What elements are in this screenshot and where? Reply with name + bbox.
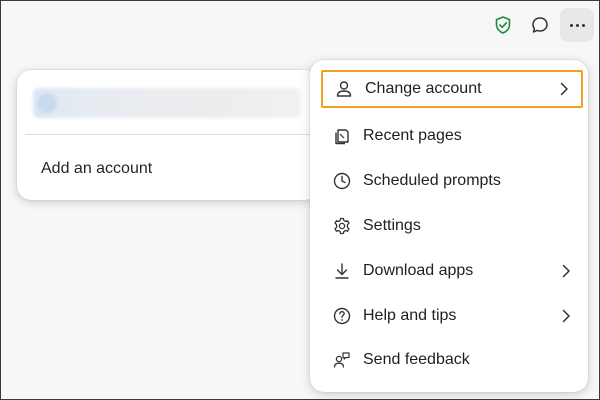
menu-item-label: Send feedback <box>363 351 470 368</box>
menu-item-download-apps[interactable]: Download apps <box>321 252 583 290</box>
account-entry-redacted[interactable] <box>33 88 301 118</box>
menu-item-send-feedback[interactable]: Send feedback <box>321 341 583 379</box>
divider <box>25 134 311 135</box>
chevron-right-icon <box>557 82 571 96</box>
menu-item-scheduled-prompts[interactable]: Scheduled prompts <box>321 162 583 200</box>
chevron-right-icon <box>559 309 573 323</box>
menu-item-recent-pages[interactable]: Recent pages <box>321 117 583 155</box>
pages-stack-icon <box>331 125 353 147</box>
menu-item-help-and-tips[interactable]: Help and tips <box>321 297 583 335</box>
menu-item-label: Download apps <box>363 262 474 279</box>
chat-bubble-icon[interactable] <box>523 8 557 42</box>
chevron-right-icon <box>559 264 573 278</box>
avatar <box>37 93 57 113</box>
menu-item-label: Change account <box>365 80 482 97</box>
feedback-icon <box>331 349 353 371</box>
more-horizontal-icon[interactable] <box>560 8 594 42</box>
more-menu: Change account Recent pages Scheduled pr… <box>310 60 588 392</box>
menu-item-change-account[interactable]: Change account <box>321 70 583 108</box>
gear-icon <box>331 215 353 237</box>
menu-item-settings[interactable]: Settings <box>321 207 583 245</box>
person-icon <box>333 78 355 100</box>
menu-item-label: Recent pages <box>363 127 462 144</box>
shield-check-icon[interactable] <box>486 8 520 42</box>
account-flyout: Add an account <box>17 70 319 200</box>
menu-item-label: Help and tips <box>363 307 457 324</box>
download-icon <box>331 260 353 282</box>
help-icon <box>331 305 353 327</box>
clock-icon <box>331 170 353 192</box>
add-account-button[interactable]: Add an account <box>41 160 152 178</box>
menu-item-label: Settings <box>363 217 421 234</box>
menu-item-label: Scheduled prompts <box>363 172 501 189</box>
